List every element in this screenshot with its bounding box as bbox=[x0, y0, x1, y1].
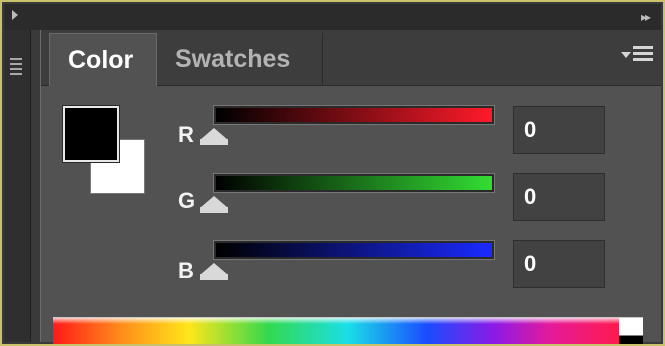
panel-menu-icon[interactable] bbox=[621, 46, 655, 68]
blue-channel-label: B bbox=[178, 258, 194, 283]
blue-value-input[interactable]: 0 bbox=[513, 240, 605, 288]
red-slider-track[interactable] bbox=[214, 106, 494, 124]
color-spectrum-ramp[interactable] bbox=[53, 317, 619, 344]
green-slider-track[interactable] bbox=[214, 174, 494, 192]
green-value-input[interactable]: 0 bbox=[513, 173, 605, 221]
green-channel-label: G bbox=[178, 188, 196, 213]
black-white-ramp[interactable] bbox=[619, 317, 643, 344]
panel-grip-icon[interactable] bbox=[10, 58, 22, 78]
panel-dock-header: ▸▸ bbox=[4, 4, 661, 30]
collapse-left-icon[interactable] bbox=[12, 10, 18, 20]
collapse-panels-icon[interactable]: ▸▸ bbox=[641, 10, 651, 24]
tab-color[interactable]: Color bbox=[49, 33, 157, 86]
color-panel: Color Swatches R 0 G 0 B 0 bbox=[40, 30, 661, 344]
blue-slider-track[interactable] bbox=[214, 241, 494, 259]
tab-swatches[interactable]: Swatches bbox=[157, 33, 323, 85]
red-slider-thumb[interactable] bbox=[200, 128, 228, 146]
blue-slider-thumb[interactable] bbox=[200, 263, 228, 281]
foreground-color-swatch[interactable] bbox=[63, 106, 119, 162]
green-slider-thumb[interactable] bbox=[200, 196, 228, 214]
panel-tab-bar: Color Swatches bbox=[41, 30, 661, 86]
red-value-input[interactable]: 0 bbox=[513, 106, 605, 154]
dock-sidebar bbox=[4, 30, 31, 342]
red-channel-label: R bbox=[178, 122, 194, 147]
color-panel-window: ▸▸ Color Swatches R 0 G 0 B 0 bbox=[0, 0, 665, 346]
